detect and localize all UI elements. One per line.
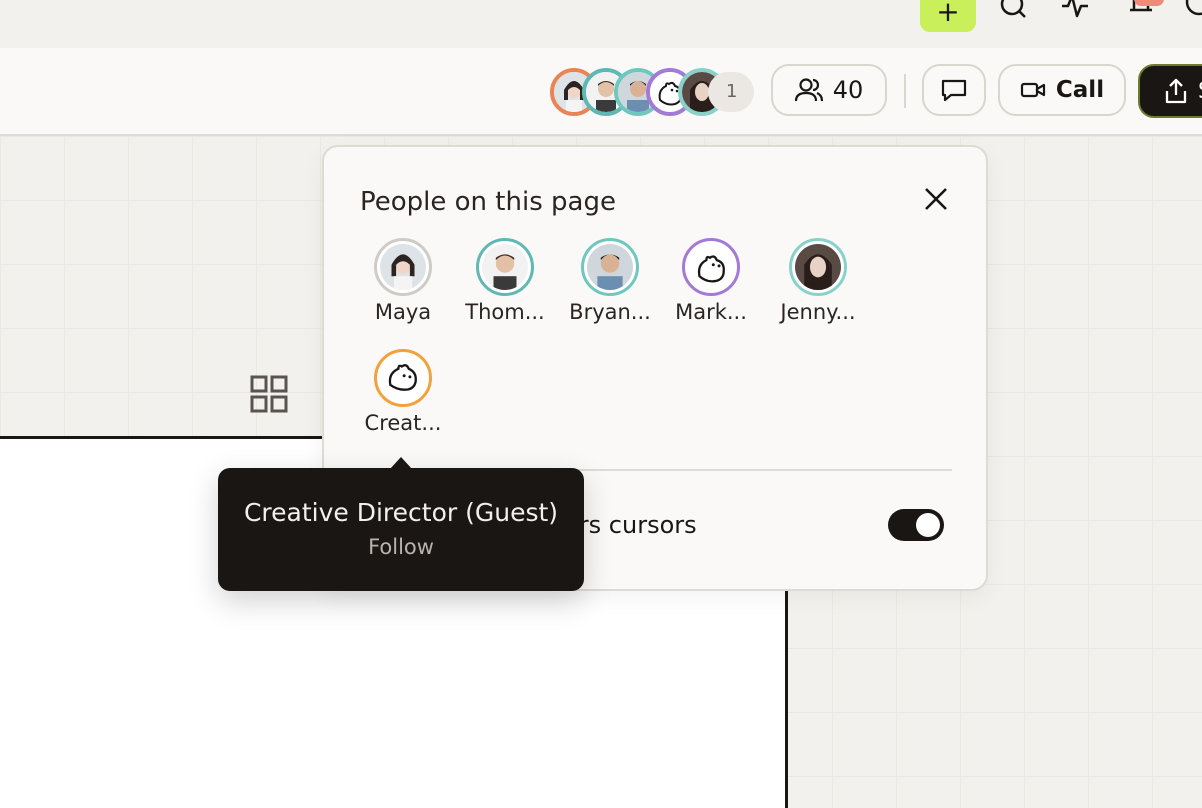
person-thomas[interactable]: Thom... xyxy=(453,238,557,324)
person-avatar xyxy=(374,238,432,296)
popover-title: People on this page xyxy=(360,187,616,217)
person-avatar xyxy=(682,238,740,296)
bear-sketch-icon xyxy=(380,355,426,401)
grid-view-icon[interactable] xyxy=(249,374,289,414)
person-avatar xyxy=(476,238,534,296)
follow-link[interactable]: Follow xyxy=(218,535,584,559)
person-avatar xyxy=(789,238,847,296)
person-name: Creat... xyxy=(364,411,442,435)
person-creative-director[interactable]: Creat... xyxy=(351,349,455,435)
video-camera-icon xyxy=(1020,82,1046,98)
tooltip-title: Creative Director (Guest) xyxy=(243,498,559,527)
search-icon[interactable] xyxy=(998,0,1028,24)
share-button[interactable]: S xyxy=(1138,64,1202,118)
avatar-photo-icon xyxy=(795,244,841,290)
person-name: Mark... xyxy=(675,300,747,324)
person-avatar xyxy=(374,349,432,407)
close-icon[interactable] xyxy=(920,183,952,215)
person-name: Maya xyxy=(374,300,432,324)
top-toolbar: + xyxy=(0,0,1202,48)
people-button[interactable]: 40 xyxy=(771,64,887,116)
notification-badge xyxy=(1134,0,1164,6)
person-maya[interactable]: Maya xyxy=(351,238,455,324)
comments-button[interactable] xyxy=(922,64,986,116)
cursors-toggle[interactable] xyxy=(888,509,944,541)
call-label: Call xyxy=(1055,77,1105,103)
share-icon xyxy=(1165,78,1187,104)
help-icon[interactable] xyxy=(1184,0,1202,24)
activity-icon[interactable] xyxy=(1060,0,1090,24)
avatar-photo-icon xyxy=(587,244,633,290)
call-button[interactable]: Call xyxy=(998,64,1126,116)
person-bryan[interactable]: Bryan... xyxy=(558,238,662,324)
people-count: 40 xyxy=(832,76,864,104)
person-avatar xyxy=(581,238,639,296)
person-name: Jenny... xyxy=(780,300,856,324)
share-label: S xyxy=(1198,79,1202,104)
toggle-knob xyxy=(916,513,940,537)
person-name: Bryan... xyxy=(569,300,651,324)
header-divider xyxy=(904,74,906,108)
add-button[interactable]: + xyxy=(920,0,976,32)
header-bar: 1 40 Call S xyxy=(0,48,1202,136)
person-name: Thom... xyxy=(465,300,545,324)
people-icon xyxy=(794,78,823,102)
avatar-photo-icon xyxy=(380,244,426,290)
comment-icon xyxy=(941,79,967,102)
avatar-photo-icon xyxy=(482,244,528,290)
person-tooltip: Creative Director (Guest) Follow xyxy=(218,457,584,591)
person-mark[interactable]: Mark... xyxy=(659,238,763,324)
bear-sketch-icon xyxy=(688,244,734,290)
avatar-overflow-count[interactable]: 1 xyxy=(708,72,754,112)
person-jenny[interactable]: Jenny... xyxy=(766,238,870,324)
